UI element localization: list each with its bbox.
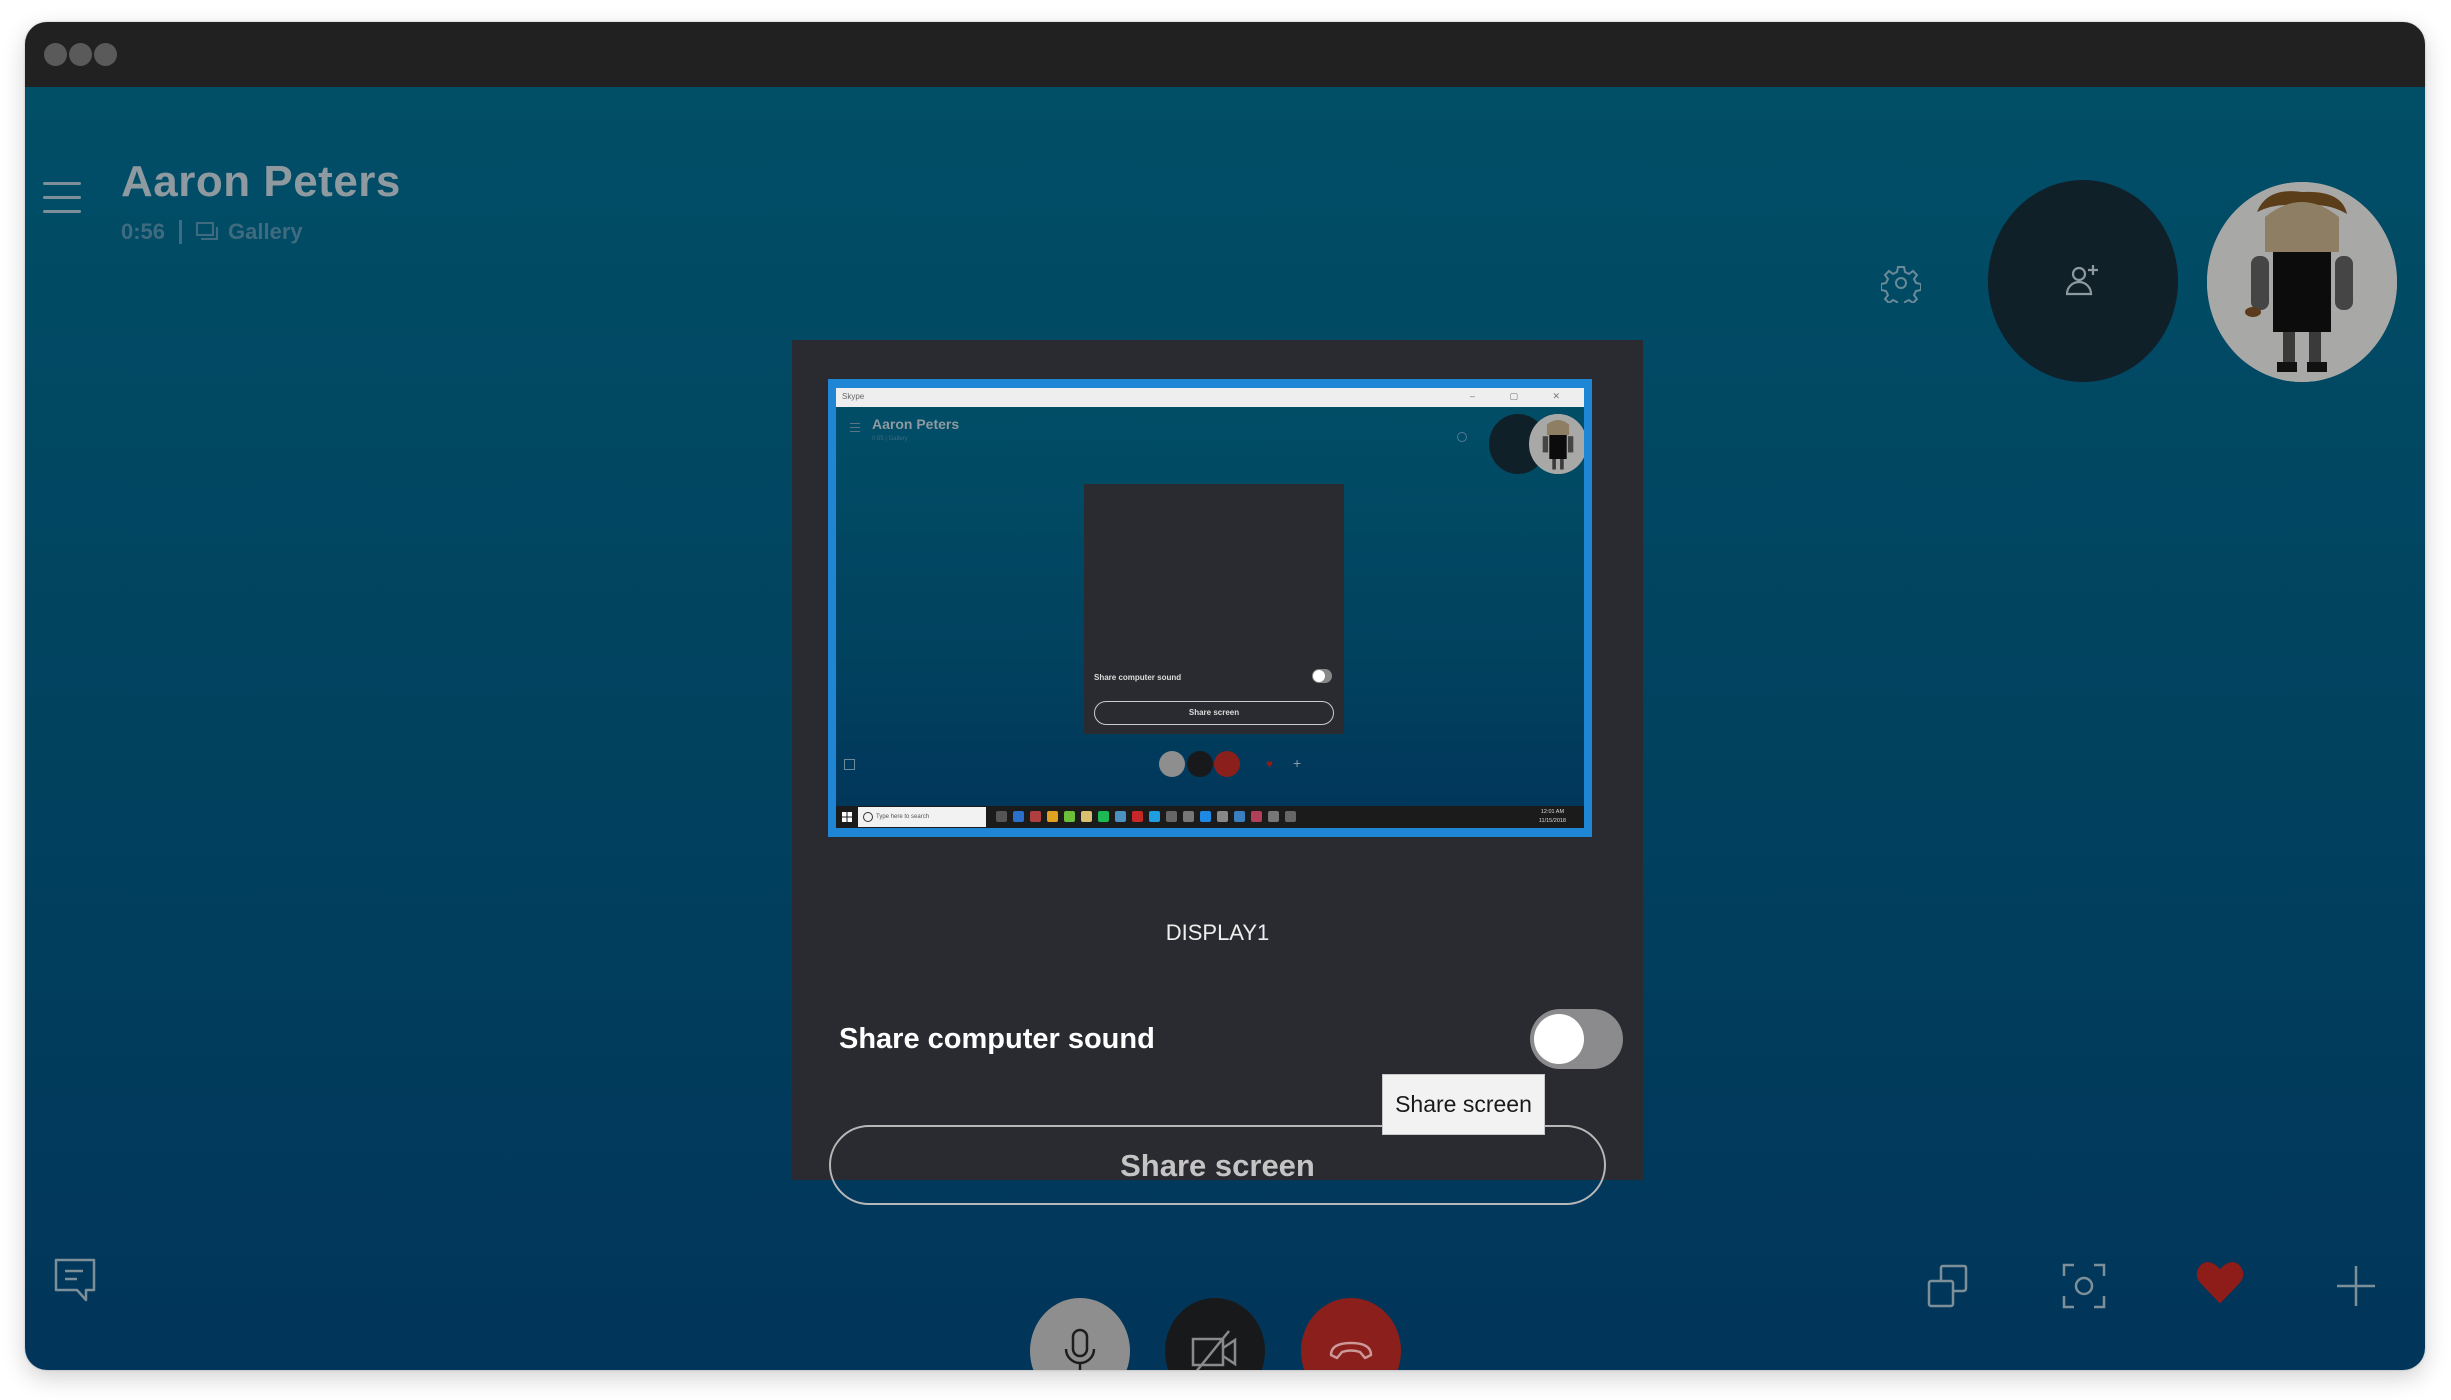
call-area: Aaron Peters 0:56 Gallery Skype – ▢ ✕ Aa…	[25, 87, 2425, 1370]
preview-menu-icon	[850, 423, 860, 435]
view-mode-toggle[interactable]: Gallery	[196, 219, 303, 245]
preview-toggle	[1312, 669, 1332, 683]
android-figure-avatar	[2207, 182, 2397, 382]
preview-clock: 12:01 AM 11/15/2018	[1539, 808, 1566, 826]
preview-controls: ♥ +	[836, 751, 1584, 777]
zoom-window-button[interactable]	[94, 43, 117, 66]
preview-window-controls: – ▢ ✕	[1469, 391, 1576, 401]
snapshot-button[interactable]	[2059, 1261, 2109, 1311]
chat-icon	[54, 1258, 96, 1302]
switch-screens-button[interactable]	[1923, 1261, 1973, 1311]
toggle-knob	[1534, 1014, 1584, 1064]
heart-icon	[2196, 1262, 2244, 1304]
self-avatar[interactable]	[2207, 182, 2397, 382]
share-sound-label: Share computer sound	[839, 1023, 1155, 1055]
gallery-icon	[196, 222, 219, 240]
close-window-button[interactable]	[44, 43, 67, 66]
display-preview-image: Skype – ▢ ✕ Aaron Peters 0:55 | Gallery …	[836, 388, 1584, 828]
plus-icon	[2337, 1266, 2375, 1306]
title-bar	[25, 22, 2425, 87]
menu-icon[interactable]	[43, 182, 83, 218]
microphone-icon	[1064, 1328, 1096, 1370]
preview-clock-time: 12:01 AM	[1540, 809, 1565, 815]
preview-avatar	[1529, 414, 1584, 474]
view-mode-label: Gallery	[228, 219, 303, 244]
minimize-window-button[interactable]	[69, 43, 92, 66]
microphone-button[interactable]	[1030, 1298, 1130, 1370]
preview-taskbar-search: Type here to search	[858, 807, 986, 827]
share-sound-toggle[interactable]	[1530, 1009, 1623, 1069]
preview-title-bar: Skype – ▢ ✕	[836, 388, 1584, 407]
contact-name: Aaron Peters	[121, 157, 401, 206]
display-name: DISPLAY1	[1165, 920, 1270, 945]
preview-gear-icon	[1457, 432, 1467, 442]
video-off-icon	[1191, 1330, 1237, 1370]
add-person-button[interactable]	[1988, 180, 2178, 382]
hang-up-button[interactable]	[1301, 1298, 1401, 1370]
add-person-icon	[2065, 265, 2098, 296]
preview-meta: 0:55 | Gallery	[872, 436, 908, 442]
switch-screens-icon	[1927, 1264, 1968, 1308]
preview-app-title: Skype	[842, 392, 865, 401]
gear-icon[interactable]	[1881, 263, 1921, 303]
react-button[interactable]	[2195, 1257, 2245, 1307]
call-duration: 0:56	[121, 219, 166, 244]
share-screen-button[interactable]: Share screen	[829, 1125, 1606, 1205]
divider	[179, 220, 183, 244]
share-screen-dialog: Skype – ▢ ✕ Aaron Peters 0:55 | Gallery …	[792, 340, 1643, 1205]
call-meta: 0:56 Gallery	[121, 219, 303, 245]
snapshot-icon	[2062, 1263, 2106, 1309]
video-toggle-button[interactable]	[1165, 1298, 1265, 1370]
share-screen-tooltip: Share screen	[1382, 1074, 1545, 1135]
display-preview[interactable]: Skype – ▢ ✕ Aaron Peters 0:55 | Gallery …	[828, 379, 1592, 837]
preview-contact-name: Aaron Peters	[872, 416, 960, 432]
more-options-button[interactable]	[2331, 1261, 2381, 1311]
hang-up-icon	[1329, 1341, 1373, 1360]
preview-share-dialog: Share computer sound Share screen	[1084, 484, 1344, 734]
chat-button[interactable]	[50, 1255, 100, 1305]
preview-clock-date: 11/15/2018	[1538, 818, 1566, 824]
preview-taskbar: Type here to search 12:01 AM 11/15/2018	[836, 806, 1584, 828]
skype-window: Aaron Peters 0:56 Gallery Skype – ▢ ✕ Aa…	[25, 22, 2425, 1370]
preview-sound-label: Share computer sound	[1094, 673, 1182, 682]
preview-taskbar-icons	[996, 811, 1296, 822]
preview-share-button: Share screen	[1094, 701, 1334, 725]
